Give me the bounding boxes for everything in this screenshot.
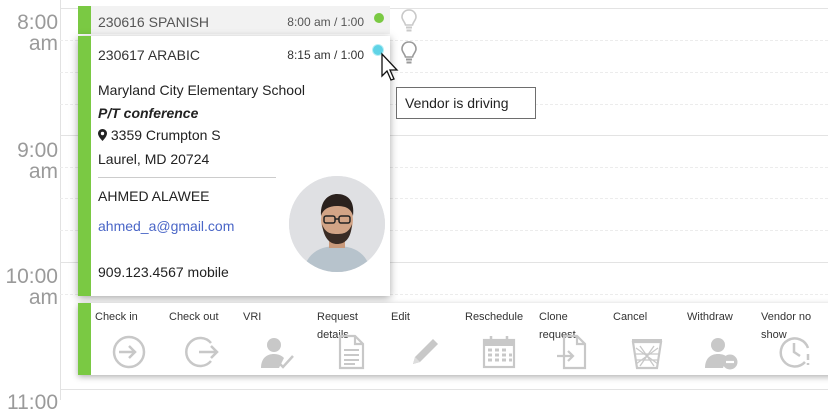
grid-line (60, 389, 828, 390)
time-label-9am: 9:00 am (17, 139, 58, 183)
status-dot (374, 13, 384, 23)
street-text: 3359 Crumpton S (110, 127, 221, 143)
time-gutter-divider (60, 0, 61, 400)
appointment-detail-card: 230617 ARABIC 8:15 am / 1:00 Maryland Ci… (78, 36, 390, 296)
clone-request-button[interactable]: Clone request (535, 303, 609, 375)
contact-phone: 909.123.4567 mobile (98, 264, 229, 280)
appointment-230616[interactable]: 230616 SPANISH 8:00 am / 1:00 (78, 6, 390, 34)
reschedule-button[interactable]: Reschedule (461, 303, 535, 375)
check-in-button[interactable]: Check in (91, 303, 165, 375)
street-address: 3359 Crumpton S (98, 127, 221, 143)
event-name: P/T conference (98, 105, 199, 121)
map-pin-icon (98, 129, 107, 141)
user-minus-icon (705, 338, 738, 370)
lightbulb-icon[interactable] (400, 8, 418, 34)
appointment-id-language: 230617 ARABIC (98, 47, 200, 63)
action-label: Check in (95, 311, 138, 323)
appointment-id-language: 230616 SPANISH (98, 14, 210, 30)
action-label: Check out (169, 311, 219, 323)
vendor-no-show-button[interactable]: Vendor no show (757, 303, 828, 375)
appointment-time: 8:15 am / 1:00 (287, 48, 364, 62)
user-check-icon (261, 338, 294, 369)
time-label-8am: 8:00 am (17, 11, 58, 55)
vri-button[interactable]: VRI (239, 303, 313, 375)
document-icon (338, 334, 365, 370)
cancel-button[interactable]: Cancel (609, 303, 683, 375)
check-out-button[interactable]: Check out (165, 303, 239, 375)
action-label: Reschedule (465, 311, 524, 323)
mouse-cursor-icon (381, 52, 399, 81)
check-out-icon (185, 336, 219, 368)
action-label: Cancel (613, 311, 648, 323)
city-state-zip: Laurel, MD 20724 (98, 151, 210, 167)
appointment-time: 8:00 am / 1:00 (287, 15, 364, 29)
time-label-10am: 10:00 am (5, 265, 58, 309)
action-label: VRI (243, 311, 262, 323)
action-label: Withdraw (687, 311, 733, 323)
request-details-button[interactable]: Request details (313, 303, 387, 375)
school-name: Maryland City Elementary School (98, 82, 305, 98)
clone-icon (557, 334, 587, 370)
pencil-icon (413, 339, 438, 364)
trash-icon (631, 339, 663, 370)
time-label-11am: 11:00 (7, 391, 58, 414)
withdraw-button[interactable]: Withdraw (683, 303, 757, 375)
calendar-icon (482, 336, 516, 369)
divider (98, 177, 276, 178)
status-tooltip: Vendor is driving (396, 87, 536, 119)
clock-icon (779, 337, 810, 368)
lightbulb-icon[interactable] (400, 40, 418, 66)
edit-button[interactable]: Edit (387, 303, 461, 375)
avatar (289, 176, 385, 272)
check-in-icon (112, 335, 146, 369)
action-label: Edit (391, 311, 410, 323)
action-toolbar: Check in Check out VRI Request details E… (78, 303, 828, 375)
contact-name: AHMED ALAWEE (98, 188, 210, 204)
contact-email-link[interactable]: ahmed_a@gmail.com (98, 218, 234, 234)
